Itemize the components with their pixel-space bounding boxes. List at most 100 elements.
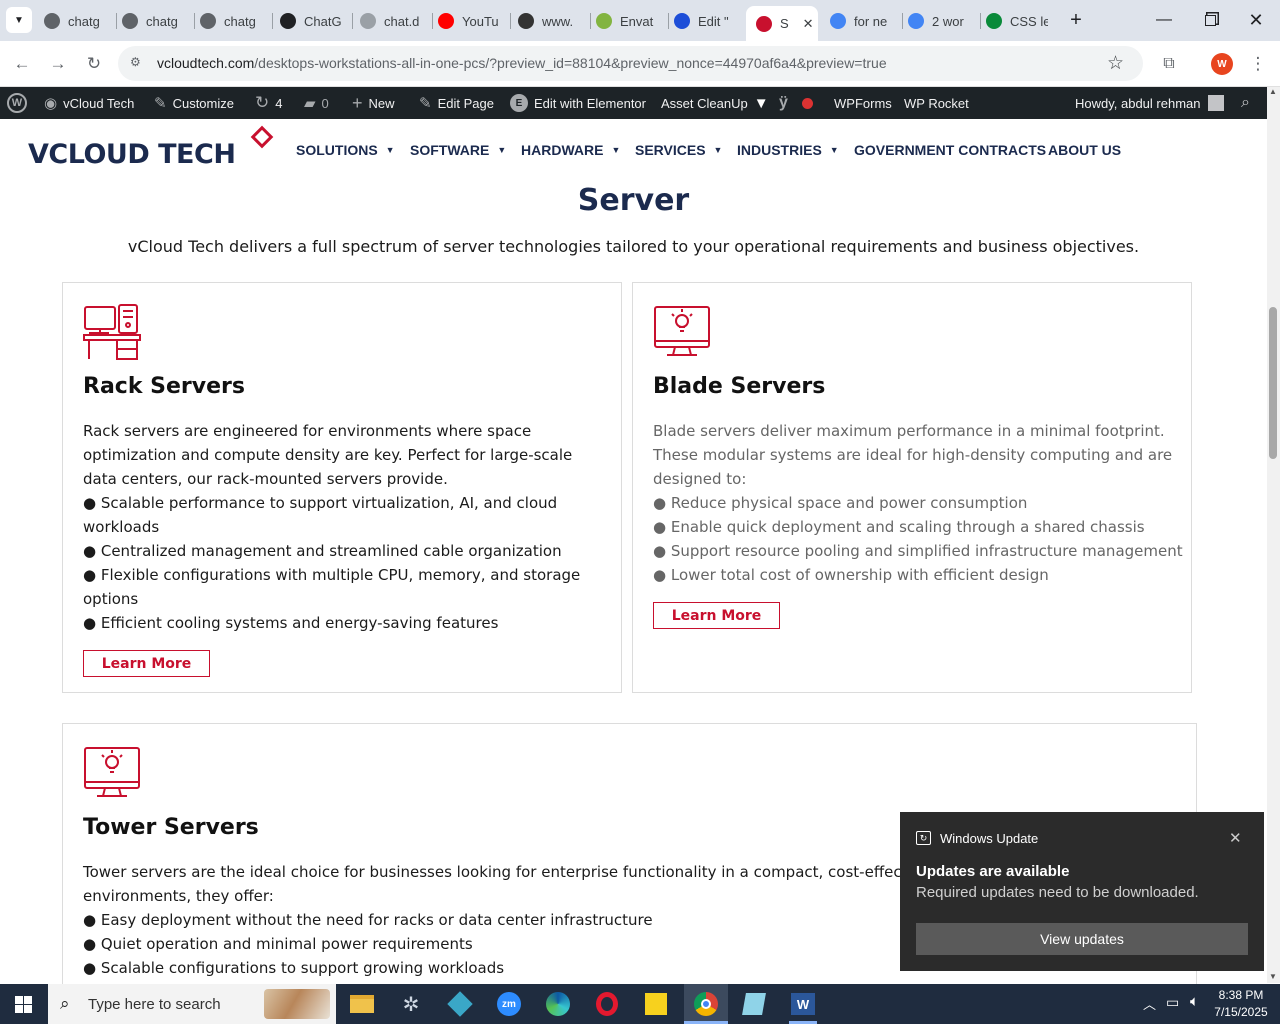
tab-search-button[interactable]: ▼ bbox=[6, 7, 32, 33]
app-network-icon: ✲ bbox=[402, 993, 420, 1016]
browser-toolbar: ← → ↻ ⚙ vcloudtech.com/desktops-workstat… bbox=[0, 41, 1280, 87]
taskbar-word[interactable]: W bbox=[785, 988, 821, 1020]
toast-body: Required updates need to be downloaded. bbox=[916, 884, 1199, 901]
nav-menu-label: GOVERNMENT CONTRACTS bbox=[854, 142, 1047, 158]
monitor-bulb-icon bbox=[654, 306, 710, 356]
card-text-line: Rack servers are engineered for environm… bbox=[83, 422, 532, 440]
admin-asset-cleanup-link[interactable]: Asset CleanUp ▼ bbox=[661, 87, 769, 119]
tab[interactable]: ChatG bbox=[280, 7, 342, 35]
tab[interactable]: Edit " bbox=[674, 7, 736, 35]
learn-more-button[interactable]: Learn More bbox=[83, 650, 210, 677]
volume-icon[interactable]: 🔈︎ bbox=[1190, 993, 1199, 1010]
tab-label: S bbox=[780, 16, 789, 31]
taskbar-zoom[interactable]: zm bbox=[491, 988, 527, 1020]
app-diamond-icon bbox=[447, 991, 473, 1017]
nav-menu-item[interactable]: ABOUT US bbox=[1048, 142, 1121, 158]
admin-updates-link[interactable]: ↻ 4 bbox=[255, 87, 282, 119]
nav-menu-item[interactable]: INDUSTRIES ▼ bbox=[737, 142, 839, 158]
restore-button[interactable] bbox=[1187, 0, 1233, 40]
learn-more-button[interactable]: Learn More bbox=[653, 602, 780, 629]
bookmark-star-icon[interactable]: ☆ bbox=[1107, 52, 1124, 75]
tab-label: chatg bbox=[224, 13, 256, 29]
tab-close-icon[interactable]: ✕ bbox=[803, 16, 814, 32]
tab[interactable]: chatg bbox=[200, 7, 262, 35]
taskbar-app-2[interactable]: ✲ bbox=[393, 988, 429, 1020]
taskbar-sticky-notes[interactable] bbox=[638, 988, 674, 1020]
taskbar-clock[interactable]: 8:38 PM 7/15/2025 bbox=[1210, 987, 1272, 1021]
admin-updates-count: 4 bbox=[275, 95, 283, 111]
admin-elementor-link[interactable]: E Edit with Elementor bbox=[510, 87, 646, 119]
taskbar-file-explorer[interactable] bbox=[344, 988, 380, 1020]
taskbar-chrome[interactable] bbox=[684, 984, 728, 1024]
card-text-line: workloads bbox=[83, 518, 160, 536]
tab[interactable]: Envat bbox=[596, 7, 658, 35]
reload-button[interactable]: ↻ bbox=[83, 53, 105, 75]
tab[interactable]: www. bbox=[518, 7, 580, 35]
search-icon: ⌕ bbox=[1241, 94, 1250, 111]
nav-menu-item[interactable]: GOVERNMENT CONTRACTS bbox=[854, 142, 1046, 158]
nav-menu-item[interactable]: HARDWARE ▼ bbox=[521, 142, 620, 158]
taskbar-app-3[interactable] bbox=[442, 988, 478, 1020]
address-bar[interactable]: ⚙ vcloudtech.com/desktops-workstations-a… bbox=[118, 46, 1143, 81]
admin-wpforms-link[interactable]: WPForms bbox=[834, 87, 892, 119]
tab[interactable]: YouTu bbox=[438, 7, 500, 35]
card-text-line: environments, they offer: bbox=[83, 887, 274, 905]
scroll-up-icon[interactable]: ▲ bbox=[1269, 87, 1277, 96]
tab[interactable]: chatg bbox=[122, 7, 184, 35]
toast-close-icon[interactable]: ✕ bbox=[1229, 829, 1242, 847]
tab-separator bbox=[980, 13, 981, 29]
chevron-down-icon: ▼ bbox=[14, 14, 24, 26]
profile-avatar[interactable]: W bbox=[1211, 53, 1233, 75]
minimize-button[interactable]: — bbox=[1141, 0, 1187, 40]
wordpress-logo-button[interactable]: W bbox=[7, 87, 27, 119]
network-icon[interactable]: ▭ bbox=[1166, 994, 1179, 1011]
admin-yoast-link[interactable]: ÿ bbox=[779, 87, 813, 119]
admin-new-link[interactable]: + New bbox=[352, 87, 395, 119]
tray-chevron-icon[interactable]: ︿ bbox=[1143, 994, 1156, 1013]
page-scrollbar[interactable]: ▲ ▼ bbox=[1267, 87, 1280, 983]
forward-button[interactable]: → bbox=[47, 53, 69, 75]
scroll-down-icon[interactable]: ▼ bbox=[1269, 972, 1277, 981]
taskbar-edge[interactable] bbox=[540, 988, 576, 1020]
site-logo[interactable]: VCLOUD TECH bbox=[28, 125, 278, 175]
admin-site-link[interactable]: ◉ vCloud Tech bbox=[44, 87, 134, 119]
admin-wprocket-link[interactable]: WP Rocket bbox=[904, 87, 969, 119]
admin-edit-page-link[interactable]: ✎ Edit Page bbox=[419, 87, 494, 119]
browser-menu-button[interactable]: ⋮ bbox=[1247, 53, 1269, 75]
tab[interactable]: chatg bbox=[44, 7, 106, 35]
status-dot-icon bbox=[801, 97, 813, 109]
site-info-icon[interactable]: ⚙ bbox=[130, 55, 146, 71]
tab[interactable]: for ne bbox=[830, 7, 892, 35]
nav-menu-item[interactable]: SERVICES ▼ bbox=[635, 142, 722, 158]
caret-down-icon: ▼ bbox=[611, 145, 621, 155]
tab[interactable]: chat.d bbox=[360, 7, 422, 35]
url-text[interactable]: vcloudtech.com/desktops-workstations-all… bbox=[157, 55, 887, 71]
nav-menu-item[interactable]: SOFTWARE ▼ bbox=[410, 142, 506, 158]
card-text-line: ● Reduce physical space and power consum… bbox=[653, 494, 1028, 512]
taskbar-app-9[interactable] bbox=[736, 988, 772, 1020]
admin-account-link[interactable]: Howdy, abdul rehman bbox=[1075, 87, 1224, 119]
close-window-button[interactable]: ✕ bbox=[1233, 0, 1279, 40]
extensions-button[interactable]: ⧉ bbox=[1158, 53, 1180, 75]
favicon-icon bbox=[122, 13, 138, 29]
card-text-line: designed to: bbox=[653, 470, 747, 488]
scrollbar-thumb[interactable] bbox=[1269, 307, 1277, 459]
start-button[interactable] bbox=[5, 988, 41, 1020]
admin-comments-link[interactable]: ▰ 0 bbox=[304, 87, 329, 119]
windows-update-toast[interactable]: ↻ Windows Update ✕ Updates are available… bbox=[900, 812, 1264, 971]
logo-tag-icon bbox=[250, 125, 274, 149]
admin-search-button[interactable]: ⌕ bbox=[1241, 87, 1250, 119]
admin-customize-link[interactable]: ✎ Customize bbox=[154, 87, 234, 119]
tab[interactable]: S ✕ bbox=[746, 6, 818, 41]
tab[interactable]: 2 wor bbox=[908, 7, 970, 35]
new-tab-button[interactable]: + bbox=[1064, 8, 1088, 32]
back-button[interactable]: ← bbox=[11, 53, 33, 75]
windows-taskbar: ⌕ Type here to search ✲ zm W ︿ ▭ 🔈︎ 8:38… bbox=[0, 984, 1280, 1024]
taskbar-search-box[interactable]: ⌕ Type here to search bbox=[48, 984, 336, 1024]
monitor-bulb-icon bbox=[84, 747, 140, 797]
updates-icon: ↻ bbox=[255, 93, 270, 112]
taskbar-opera[interactable] bbox=[589, 988, 625, 1020]
tab[interactable]: CSS le bbox=[986, 7, 1048, 35]
nav-menu-item[interactable]: SOLUTIONS ▼ bbox=[296, 142, 395, 158]
view-updates-button[interactable]: View updates bbox=[916, 923, 1248, 955]
